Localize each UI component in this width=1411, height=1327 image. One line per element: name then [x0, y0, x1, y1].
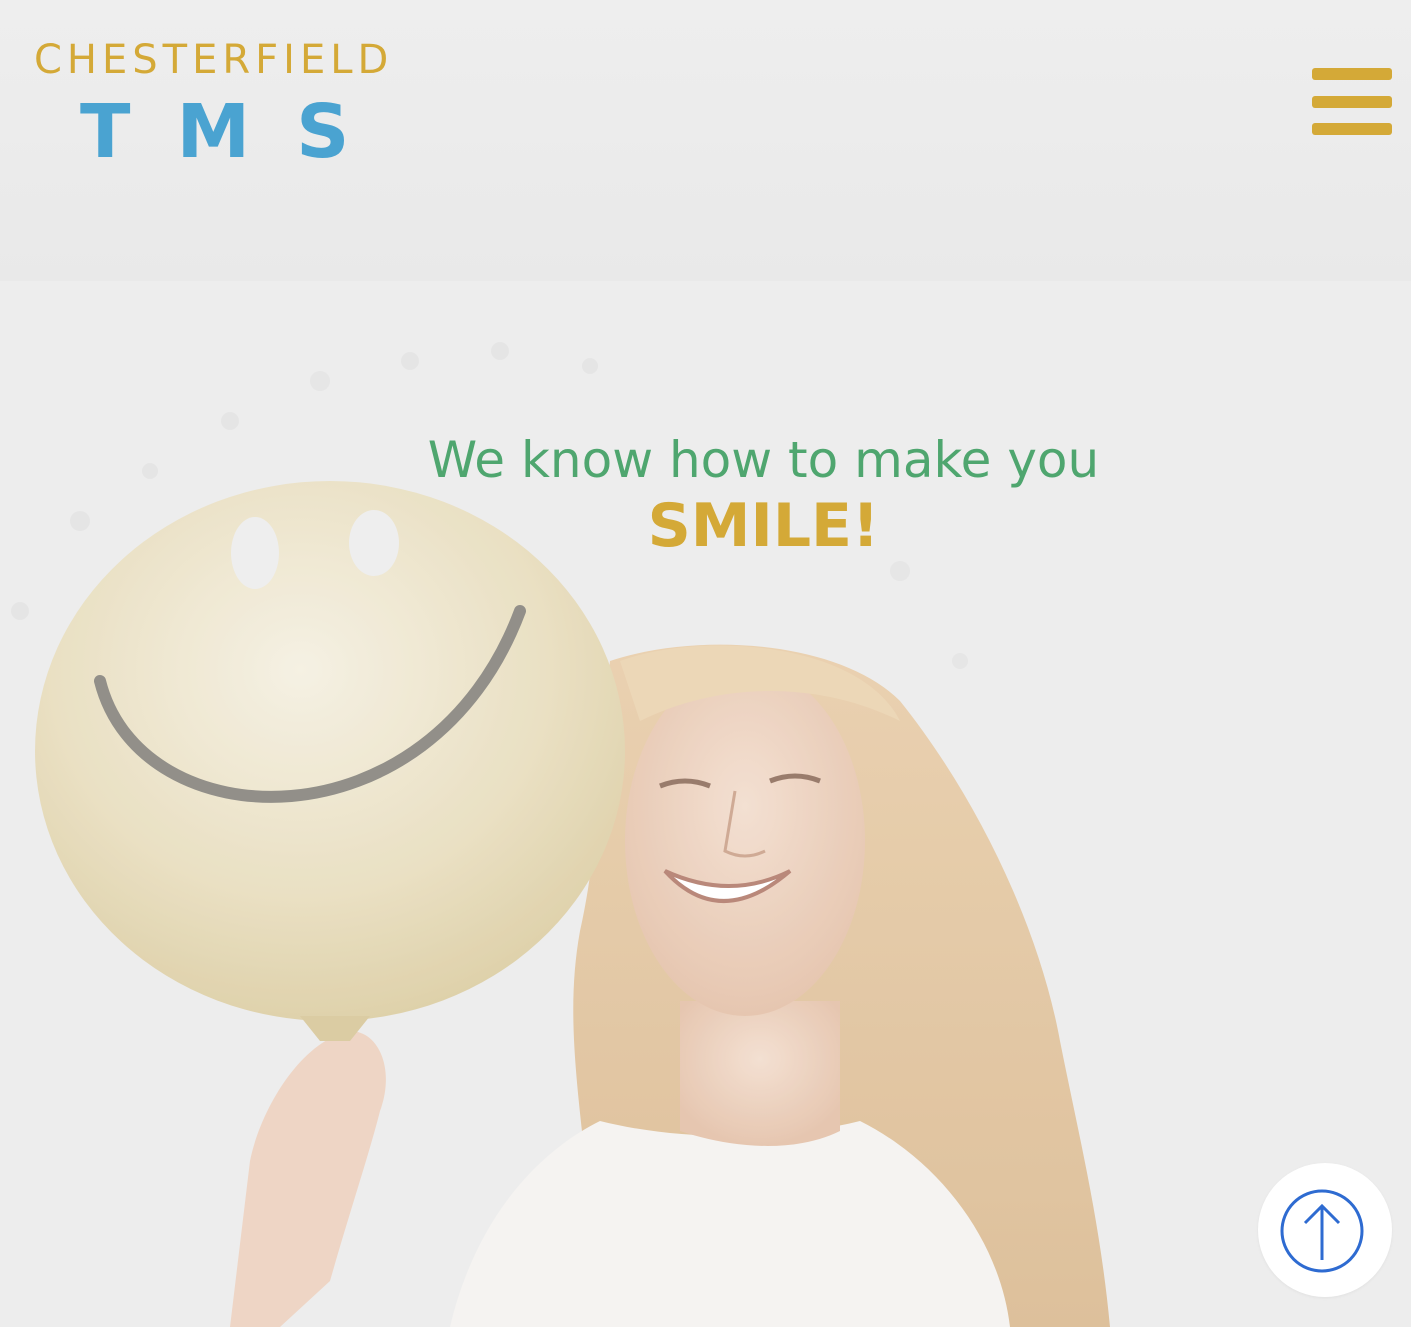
logo-wordmark-chesterfield: CHESTERFIELD [34, 37, 394, 83]
site-header: CHESTERFIELD TMS [0, 0, 1411, 281]
hero-section: We know how to make you SMILE! [0, 281, 1411, 1327]
arrow-up-circle-icon [1280, 1189, 1364, 1273]
logo-wordmark-tms: TMS [80, 89, 396, 175]
hero-headline-emphasis: SMILE! [647, 491, 880, 561]
hero-headline: We know how to make you SMILE! [0, 429, 1411, 561]
hamburger-menu-button[interactable] [1310, 68, 1392, 136]
scroll-to-top-button[interactable] [1258, 1163, 1392, 1297]
site-logo[interactable]: CHESTERFIELD TMS [34, 36, 424, 176]
hero-headline-text: We know how to make you [427, 431, 1100, 489]
